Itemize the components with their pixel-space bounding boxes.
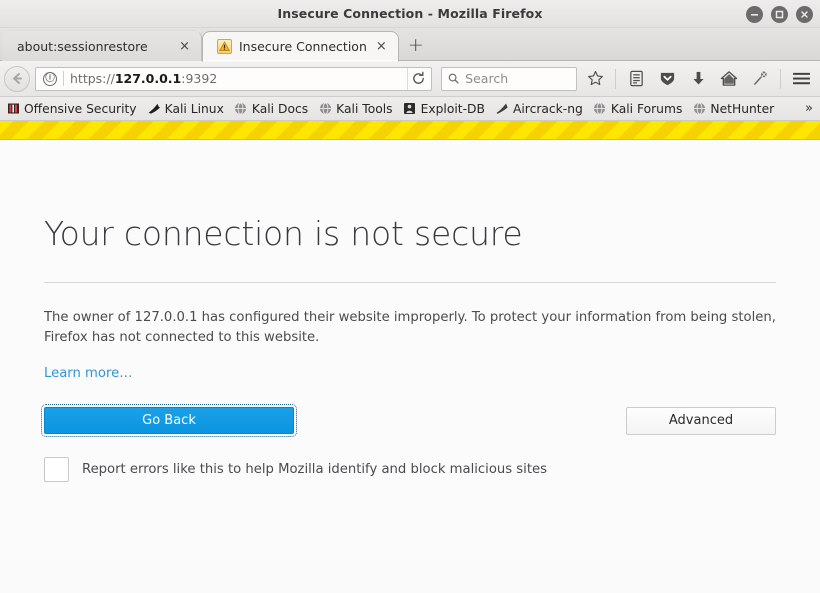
error-page: Your connection is not secure The owner …	[0, 140, 820, 558]
learn-more-link[interactable]: Learn more…	[44, 366, 132, 381]
window-title: Insecure Connection - Mozilla Firefox	[277, 6, 543, 21]
url-separator	[63, 71, 64, 86]
window-titlebar: Insecure Connection - Mozilla Firefox	[0, 0, 820, 28]
book-icon	[6, 102, 20, 116]
toolbar-separator	[615, 68, 616, 89]
caution-stripe	[0, 121, 820, 140]
bookmark-kali-tools[interactable]: Kali Tools	[314, 98, 398, 120]
globe-icon	[593, 102, 607, 116]
menu-icon[interactable]	[788, 66, 814, 92]
url-bar[interactable]: ⓘ https://127.0.0.1:9392	[35, 66, 432, 91]
bookmark-kali-linux[interactable]: Kali Linux	[143, 98, 230, 120]
bookmark-label: Offensive Security	[24, 101, 137, 116]
home-icon[interactable]	[716, 66, 742, 92]
search-input[interactable]	[465, 71, 570, 86]
tab-strip: about:sessionrestore × Insecure Connecti…	[0, 28, 820, 62]
error-content: Your connection is not secure The owner …	[41, 140, 776, 482]
downloads-icon[interactable]	[685, 66, 711, 92]
reader-list-icon[interactable]	[623, 66, 649, 92]
back-button[interactable]	[4, 65, 30, 92]
search-icon	[448, 73, 459, 84]
bookmark-label: Kali Tools	[336, 101, 393, 116]
bookmark-label: Kali Docs	[251, 101, 309, 116]
globe-icon	[234, 102, 248, 116]
navigation-toolbar: ⓘ https://127.0.0.1:9392	[0, 61, 820, 97]
bookmark-star-icon[interactable]	[582, 66, 608, 92]
reload-icon[interactable]	[407, 67, 429, 90]
url-host: 127.0.0.1	[114, 71, 182, 86]
tab-close-icon[interactable]: ×	[374, 40, 389, 53]
report-errors-checkbox[interactable]	[44, 456, 69, 482]
url-text: https://127.0.0.1:9392	[70, 71, 401, 86]
globe-icon	[692, 102, 706, 116]
url-scheme: https://	[70, 71, 115, 86]
bookmark-offensive-security[interactable]: Offensive Security	[2, 98, 143, 120]
minimize-button[interactable]	[746, 5, 763, 23]
bookmark-label: Exploit-DB	[420, 101, 485, 116]
window-controls	[746, 0, 813, 28]
bookmark-label: Kali Forums	[610, 101, 683, 116]
bookmark-kali-docs[interactable]: Kali Docs	[230, 98, 314, 120]
report-errors-label: Report errors like this to help Mozilla …	[82, 461, 547, 477]
close-button[interactable]	[796, 5, 813, 23]
tab-close-icon[interactable]: ×	[177, 40, 192, 53]
aircrack-icon	[495, 102, 509, 116]
error-button-row: Go Back Advanced	[41, 404, 776, 437]
toolbar-separator	[780, 68, 781, 89]
url-port: :9392	[181, 71, 218, 86]
page-title: Your connection is not secure	[44, 214, 523, 253]
bookmark-label: NetHunter	[710, 101, 775, 116]
tab-label: about:sessionrestore	[17, 38, 148, 54]
maximize-button[interactable]	[771, 5, 788, 23]
tab-label: Insecure Connection	[239, 39, 367, 54]
tab-insecure-connection[interactable]: Insecure Connection ×	[202, 31, 399, 62]
back-arrow-icon	[12, 73, 22, 84]
exploitdb-icon	[403, 102, 417, 116]
pocket-shield-icon[interactable]	[654, 66, 680, 92]
bookmark-nethunter[interactable]: NetHunter	[688, 98, 780, 120]
search-bar[interactable]	[441, 66, 577, 91]
dragon-icon	[147, 102, 161, 116]
bookmarks-overflow-chevron-icon[interactable]: »	[798, 101, 820, 116]
warning-favicon-icon	[217, 39, 232, 54]
sync-icon[interactable]	[747, 66, 773, 92]
bookmark-aircrack-ng[interactable]: Aircrack-ng	[491, 98, 589, 120]
bookmark-label: Kali Linux	[164, 101, 224, 116]
go-back-button[interactable]: Go Back	[41, 404, 297, 437]
bookmark-kali-forums[interactable]: Kali Forums	[589, 98, 689, 120]
bookmarks-toolbar: Offensive Security Kali Linux Kali Docs	[0, 97, 820, 121]
advanced-button[interactable]: Advanced	[626, 406, 776, 435]
bookmark-exploit-db[interactable]: Exploit-DB	[399, 98, 491, 120]
error-body-text: The owner of 127.0.0.1 has configured th…	[44, 309, 776, 346]
tab-about-sessionrestore[interactable]: about:sessionrestore ×	[2, 30, 202, 61]
divider	[44, 281, 776, 283]
globe-icon	[318, 102, 332, 116]
bookmark-label: Aircrack-ng	[512, 101, 583, 116]
site-identity-info-icon[interactable]: ⓘ	[43, 71, 57, 86]
new-tab-button[interactable]: +	[399, 36, 433, 55]
report-errors-row: Report errors like this to help Mozilla …	[44, 456, 776, 482]
